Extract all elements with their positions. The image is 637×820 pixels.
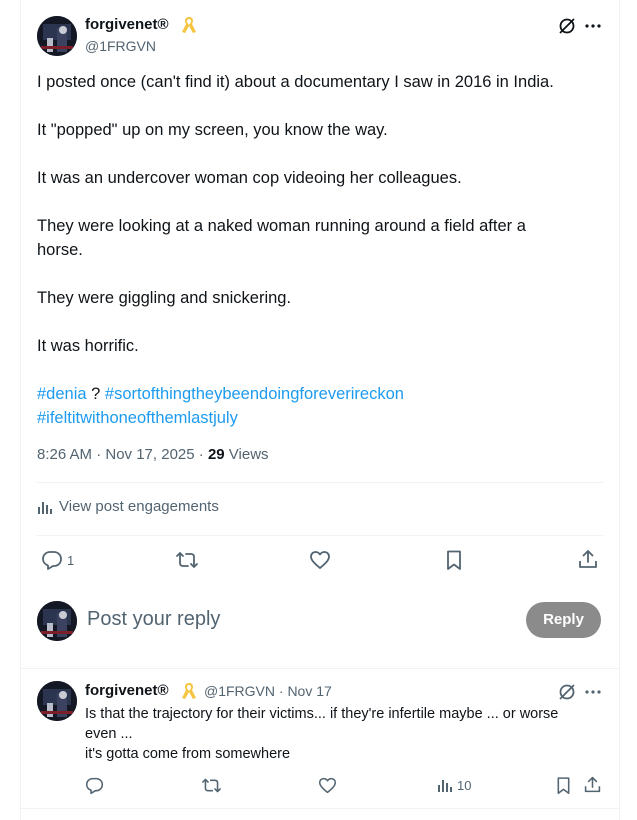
reply-text-line: it's gotta come from somewhere: [85, 746, 291, 762]
grok-icon[interactable]: [557, 682, 577, 702]
reply-views-count: 10: [457, 777, 472, 793]
reply-views-button[interactable]: 10: [437, 777, 471, 793]
post-text-line: It was an undercover woman cop videoing …: [37, 169, 462, 187]
reply-input[interactable]: Post your reply: [87, 608, 220, 631]
view-engagements-link[interactable]: View post engagements: [37, 498, 219, 515]
post-text-line: I posted once (can't find it) about a do…: [37, 73, 554, 91]
post-text-line: horse.: [37, 241, 83, 259]
post-text-line: They were looking at a naked woman runni…: [37, 217, 526, 235]
analytics-icon: [38, 501, 52, 514]
reply-text-line: even ...: [85, 726, 133, 742]
post-text-line: It "popped" up on my screen, you know th…: [37, 121, 388, 139]
engagements-label: View post engagements: [59, 498, 219, 515]
analytics-icon: [438, 780, 452, 792]
ribbon-icon: [182, 17, 196, 33]
reply-text-line: Is that the trajectory for their victims…: [85, 706, 559, 722]
reply-author-handle[interactable]: @1FRGVN · Nov 17: [204, 683, 332, 699]
repost-icon[interactable]: [175, 549, 199, 571]
hashtag-link[interactable]: #sortofthingtheybeendoingforeverireckon: [105, 385, 404, 403]
composer-avatar: [37, 601, 77, 641]
hashtag-link[interactable]: #denia: [37, 385, 87, 403]
views-label: Views: [224, 446, 269, 463]
hashtag-separator: ?: [86, 385, 105, 403]
more-icon[interactable]: [584, 683, 602, 701]
reply-author-avatar[interactable]: [37, 681, 77, 721]
reply-icon[interactable]: [85, 776, 104, 795]
post-text-line: It was horrific.: [37, 337, 139, 355]
divider: [20, 668, 620, 669]
reply-submit-button[interactable]: Reply: [526, 602, 601, 638]
hashtag-line: #denia ? #sortofthingtheybeendoingforeve…: [37, 382, 404, 406]
divider: [37, 482, 603, 483]
reply-author-name[interactable]: forgivenet®: [85, 682, 169, 699]
author-avatar[interactable]: [37, 16, 77, 56]
like-icon[interactable]: [318, 776, 337, 795]
reply-icon: [42, 551, 62, 570]
like-icon[interactable]: [309, 549, 331, 571]
grok-icon[interactable]: [557, 16, 577, 36]
author-handle[interactable]: @1FRGVN: [85, 38, 156, 54]
divider: [37, 535, 603, 536]
share-icon[interactable]: [583, 775, 602, 794]
hashtag-line: #ifeltitwithoneofthemlastjuly: [37, 406, 238, 430]
author-name[interactable]: forgivenet®: [85, 16, 169, 33]
bookmark-icon[interactable]: [443, 549, 465, 571]
bookmark-icon[interactable]: [554, 776, 573, 795]
post-text-line: They were giggling and snickering.: [37, 289, 292, 307]
reply-count: 1: [67, 552, 75, 568]
share-icon[interactable]: [577, 548, 599, 570]
divider: [20, 808, 620, 809]
ribbon-icon: [182, 683, 196, 699]
more-icon[interactable]: [584, 17, 602, 35]
reply-button[interactable]: 1: [41, 549, 74, 571]
reply-text: Is that the trajectory for their victims…: [85, 704, 605, 764]
post-timestamp[interactable]: 8:26 AM · Nov 17, 2025 ·: [37, 446, 208, 463]
repost-icon[interactable]: [201, 776, 222, 795]
hashtag-link[interactable]: #ifeltitwithoneofthemlastjuly: [37, 409, 238, 427]
post-meta: 8:26 AM · Nov 17, 2025 · 29 Views: [37, 446, 269, 463]
views-count: 29: [207, 446, 225, 463]
